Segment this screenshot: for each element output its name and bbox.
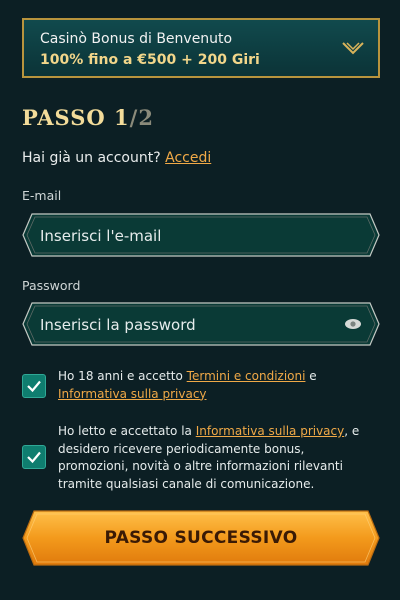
terms-text-before: Ho 18 anni e accetto xyxy=(58,369,187,383)
eye-icon[interactable] xyxy=(344,318,362,330)
step-total: /2 xyxy=(129,105,154,130)
next-step-button-label: PASSO SUCCESSIVO xyxy=(104,528,298,548)
marketing-text-before: Ho letto e accettato la xyxy=(58,424,196,438)
email-field-wrapper xyxy=(22,213,380,257)
checkmark-icon xyxy=(27,380,41,393)
bonus-title: Casinò Bonus di Benvenuto xyxy=(40,31,233,47)
login-prompt-text: Hai già un account? xyxy=(22,150,161,166)
terms-link[interactable]: Termini e condizioni xyxy=(187,369,306,383)
terms-text-middle: e xyxy=(305,369,317,383)
privacy-link-marketing[interactable]: Informativa sulla privacy xyxy=(196,424,345,438)
password-field-wrapper xyxy=(22,302,380,346)
email-input[interactable] xyxy=(38,221,342,251)
terms-checkbox[interactable] xyxy=(22,374,46,398)
login-prompt: Hai già un account? Accedi xyxy=(22,150,211,166)
privacy-link-terms[interactable]: Informativa sulla privacy xyxy=(58,387,207,401)
chevron-down-icon[interactable] xyxy=(342,40,364,56)
password-label: Password xyxy=(22,278,81,293)
bonus-offer: 100% fino a €500 + 200 Giri xyxy=(40,52,260,68)
marketing-checkbox[interactable] xyxy=(22,445,46,469)
terms-consent-text: Ho 18 anni e accetto Termini e condizion… xyxy=(58,368,376,403)
marketing-consent-text: Ho letto e accettato la Informativa sull… xyxy=(58,423,376,493)
next-step-button[interactable]: PASSO SUCCESSIVO xyxy=(22,510,380,566)
login-link[interactable]: Accedi xyxy=(165,150,211,166)
welcome-bonus-banner[interactable]: Casinò Bonus di Benvenuto 100% fino a €5… xyxy=(22,18,380,78)
checkmark-icon xyxy=(27,451,41,464)
step-indicator: PASSO 1/2 xyxy=(22,105,154,130)
password-input[interactable] xyxy=(38,310,342,340)
email-label: E-mail xyxy=(22,188,62,203)
step-current: PASSO 1 xyxy=(22,105,130,130)
